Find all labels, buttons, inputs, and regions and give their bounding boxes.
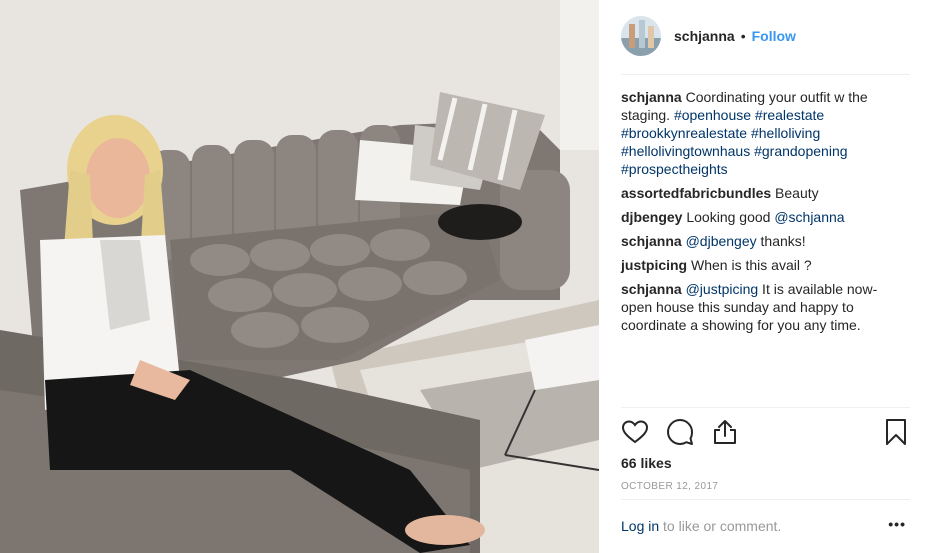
comment-item: schjanna Coordinating your outfit w the … [621, 88, 910, 178]
action-bar [621, 418, 910, 446]
comment-bubble-icon[interactable] [666, 418, 694, 446]
comment-item: assortedfabricbundles Beauty [621, 184, 910, 202]
post-username[interactable]: schjanna [674, 28, 735, 44]
comment-username[interactable]: schjanna [621, 89, 682, 105]
comment-item: schjanna @justpicing It is available now… [621, 280, 910, 334]
header-divider [621, 74, 910, 75]
comment-username[interactable]: schjanna [621, 281, 682, 297]
mention-link[interactable]: @schjanna [774, 209, 844, 225]
login-prompt-text: to like or comment. [659, 518, 782, 534]
instagram-post: schjanna • Follow schjanna Coordinating … [0, 0, 932, 553]
comment-item: djbengey Looking good @schjanna [621, 208, 910, 226]
hashtag-link[interactable]: #realestate [755, 107, 824, 123]
comment-text: When is this avail ? [691, 257, 812, 273]
comment-username[interactable]: justpicing [621, 257, 687, 273]
hashtag-link[interactable]: #helloliving [751, 125, 820, 141]
avatar[interactable] [621, 16, 661, 56]
likes-count[interactable]: 66 likes [621, 455, 672, 471]
actions-divider [621, 407, 910, 408]
comment-username[interactable]: assortedfabricbundles [621, 185, 771, 201]
comment-username[interactable]: djbengey [621, 209, 682, 225]
separator-dot: • [740, 28, 746, 44]
comment-item: justpicing When is this avail ? [621, 256, 910, 274]
hashtag-link[interactable]: #grandopening [754, 143, 847, 159]
mention-link[interactable]: @justpicing [686, 281, 759, 297]
hashtag-link[interactable]: #hellolivingtownhaus [621, 143, 750, 159]
hashtag-link[interactable]: #openhouse [674, 107, 751, 123]
post-photo-image [0, 0, 599, 553]
post-side-panel: schjanna • Follow schjanna Coordinating … [599, 0, 932, 553]
heart-icon[interactable] [621, 418, 649, 446]
post-photo[interactable] [0, 0, 599, 553]
mention-link[interactable]: @djbengey [686, 233, 757, 249]
more-options-button[interactable]: ••• [888, 516, 906, 532]
login-prompt: Log in to like or comment. ••• [621, 516, 910, 534]
footer-divider [621, 499, 910, 500]
share-upload-icon[interactable] [711, 418, 739, 446]
comment-text: thanks! [756, 233, 806, 249]
hashtag-link[interactable]: #prospectheights [621, 161, 728, 177]
login-link[interactable]: Log in [621, 518, 659, 534]
bookmark-icon[interactable] [882, 418, 910, 446]
comment-item: schjanna @djbengey thanks! [621, 232, 910, 250]
post-header: schjanna • Follow [621, 16, 910, 56]
follow-button[interactable]: Follow [752, 28, 796, 44]
comment-username[interactable]: schjanna [621, 233, 682, 249]
post-date: OCTOBER 12, 2017 [621, 481, 719, 492]
hashtag-link[interactable]: #brookkynrealestate [621, 125, 747, 141]
comments-list: schjanna Coordinating your outfit w the … [621, 88, 910, 340]
comment-text: Beauty [775, 185, 819, 201]
comment-text: Looking good [686, 209, 775, 225]
